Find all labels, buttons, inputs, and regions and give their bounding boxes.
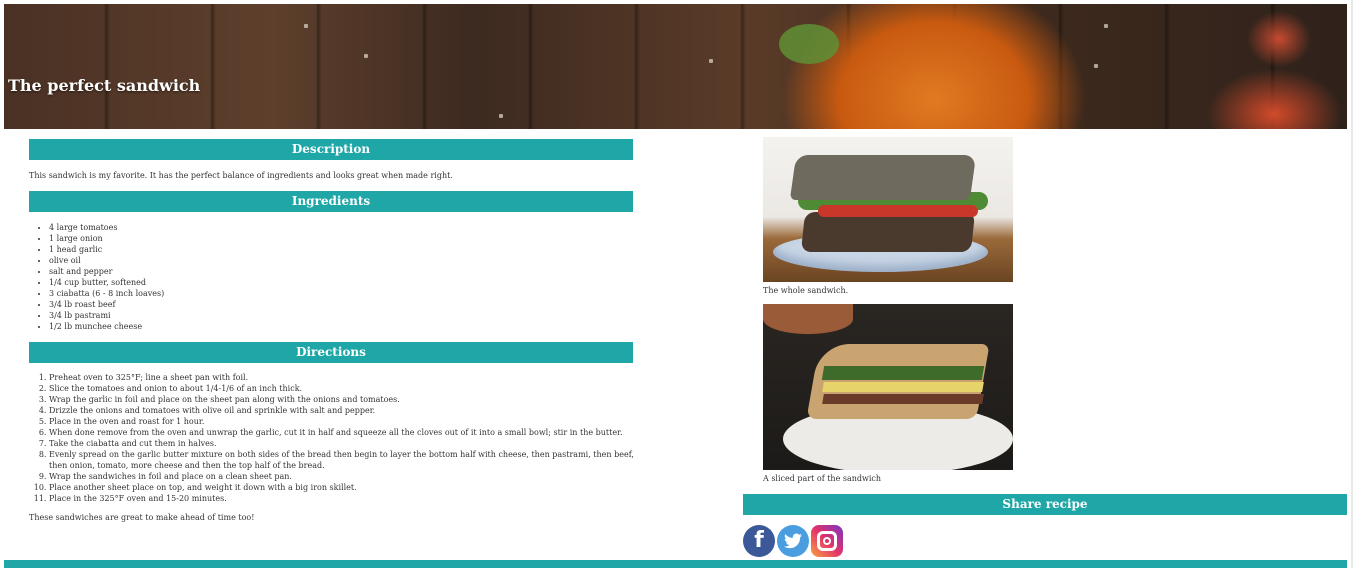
- list-item: Wrap the sandwiches in foil and place on…: [49, 471, 649, 482]
- directions-closing-note: These sandwiches are great to make ahead…: [29, 513, 255, 522]
- banner-crumb: [1104, 24, 1108, 28]
- bread-shape: [789, 155, 977, 200]
- list-item: Place in the oven and roast for 1 hour.: [49, 416, 649, 427]
- banner-lettuce-detail: [779, 24, 839, 64]
- header-banner: The perfect sandwich: [4, 4, 1347, 129]
- list-item: 3 ciabatta (6 - 8 inch loaves): [49, 288, 164, 299]
- tomato-shape: [818, 205, 978, 217]
- sliced-sandwich-photo: [763, 304, 1013, 470]
- list-item: Take the ciabatta and cut them in halves…: [49, 438, 649, 449]
- list-item: 3/4 lb roast beef: [49, 299, 164, 310]
- twitter-bird-glyph: [784, 533, 802, 549]
- list-item: 4 large tomatoes: [49, 222, 164, 233]
- banner-crumb: [1094, 64, 1098, 68]
- list-item: Place in the 325°F oven and 15-20 minute…: [49, 493, 649, 504]
- list-item: 1 large onion: [49, 233, 164, 244]
- directions-heading: Directions: [29, 342, 633, 363]
- instagram-camera-glyph: [817, 531, 837, 551]
- page-title: The perfect sandwich: [8, 76, 201, 95]
- ingredients-list: 4 large tomatoes 1 large onion 1 head ga…: [29, 222, 164, 332]
- filling-shape: [822, 394, 984, 404]
- photo-caption: A sliced part of the sandwich: [763, 474, 882, 483]
- description-heading: Description: [29, 139, 633, 160]
- footer-bar: [4, 560, 1347, 568]
- list-item: 1/4 cup butter, softened: [49, 277, 164, 288]
- instagram-icon[interactable]: [811, 525, 843, 557]
- share-heading: Share recipe: [743, 494, 1347, 515]
- banner-crumb: [709, 59, 713, 63]
- list-item: 3/4 lb pastrami: [49, 310, 164, 321]
- list-item: salt and pepper: [49, 266, 164, 277]
- photo-caption: The whole sandwich.: [763, 286, 849, 295]
- list-item: When done remove from the oven and unwra…: [49, 427, 649, 438]
- description-text: This sandwich is my favorite. It has the…: [29, 171, 453, 180]
- twitter-icon[interactable]: [777, 525, 809, 557]
- banner-crumb: [364, 54, 368, 58]
- list-item: Drizzle the onions and tomatoes with oli…: [49, 405, 649, 416]
- filling-shape: [822, 382, 984, 392]
- bread-shape: [800, 212, 976, 252]
- list-item: Preheat oven to 325°F; line a sheet pan …: [49, 372, 649, 383]
- whole-sandwich-photo: [763, 137, 1013, 282]
- banner-crumb: [304, 24, 308, 28]
- list-item: Wrap the garlic in foil and place on the…: [49, 394, 649, 405]
- banner-crumb: [499, 114, 503, 118]
- list-item: 1/2 lb munchee cheese: [49, 321, 164, 332]
- list-item: 1 head garlic: [49, 244, 164, 255]
- directions-list: Preheat oven to 325°F; line a sheet pan …: [29, 372, 649, 504]
- list-item: Slice the tomatoes and onion to about 1/…: [49, 383, 649, 394]
- list-item: Evenly spread on the garlic butter mixtu…: [49, 449, 649, 471]
- facebook-icon[interactable]: f: [743, 525, 775, 557]
- ingredients-heading: Ingredients: [29, 191, 633, 212]
- background-pizza-shape: [763, 304, 853, 334]
- list-item: Place another sheet place on top, and we…: [49, 482, 649, 493]
- list-item: olive oil: [49, 255, 164, 266]
- filling-shape: [821, 366, 985, 380]
